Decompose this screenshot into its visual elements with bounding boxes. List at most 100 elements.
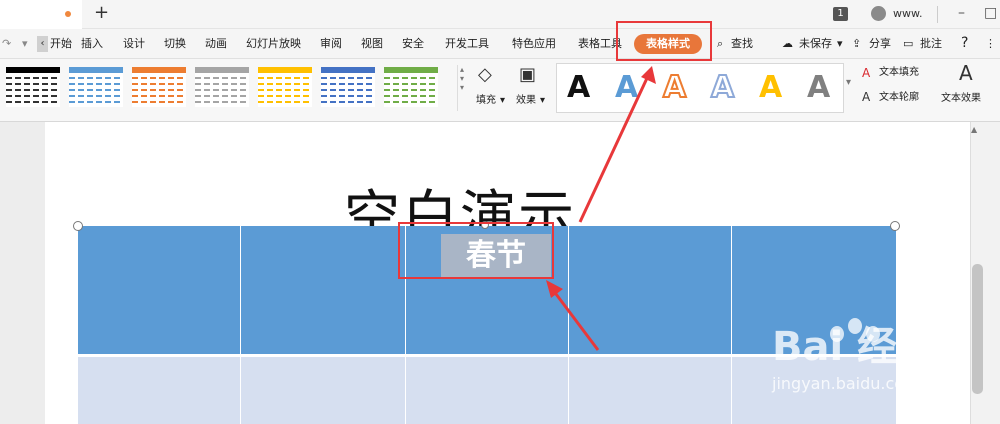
help-button[interactable]: ?	[961, 35, 968, 51]
wordart-style-gallery: AAAAAA	[556, 63, 844, 113]
divider	[937, 6, 938, 23]
wordart-scroll-icon[interactable]: ▾	[846, 77, 851, 89]
table-style-line	[6, 89, 60, 91]
table-style-line	[132, 95, 186, 97]
new-tab-button[interactable]: +	[94, 2, 109, 24]
tab-animation[interactable]: 动画	[205, 36, 227, 52]
table-style-line	[132, 89, 186, 91]
tab-design[interactable]: 设计	[123, 36, 145, 52]
save-status-button[interactable]: 未保存	[799, 36, 832, 52]
share-button[interactable]: 分享	[869, 36, 891, 52]
table-style-line	[195, 77, 249, 79]
column-divider	[731, 226, 732, 424]
table-style-thumb[interactable]	[6, 67, 60, 107]
chevron-down-icon[interactable]: ▾	[500, 95, 505, 107]
table-style-line	[195, 83, 249, 85]
effect-button[interactable]: 效果	[516, 95, 536, 107]
tab-features[interactable]: 特色应用	[512, 36, 556, 52]
column-divider	[240, 226, 241, 424]
scroll-left-icon[interactable]: ‹	[37, 36, 48, 52]
gallery-scroll-icon[interactable]: ▴ ▾ ▾	[457, 65, 466, 111]
effect-icon[interactable]: ▣	[519, 66, 536, 84]
text-fill-icon[interactable]: A	[862, 65, 870, 81]
fill-button[interactable]: 填充	[476, 95, 496, 107]
table-style-line	[6, 95, 60, 97]
table-style-line	[195, 101, 249, 103]
table-style-line	[6, 83, 60, 85]
table-style-thumb[interactable]	[321, 67, 375, 107]
resize-handle[interactable]	[890, 221, 900, 231]
wps-presentation-window: + 1 www. – □ ↷ ▾ ‹ 开始 插入 设计 切换 动画 幻灯片放映 …	[0, 0, 1000, 424]
window-count-badge[interactable]: 1	[833, 7, 848, 21]
document-tab[interactable]	[0, 0, 82, 29]
text-outline-button[interactable]: 文本轮廓	[879, 92, 919, 104]
table-style-line	[195, 89, 249, 91]
watermark-brand: Bai 经验	[772, 324, 938, 370]
table-style-header	[6, 67, 60, 73]
table-style-line	[321, 101, 375, 103]
table-style-header	[69, 67, 123, 73]
more-options-icon[interactable]: ⋮	[985, 36, 996, 52]
text-effect-icon[interactable]: A	[959, 63, 973, 83]
wordart-style-option[interactable]: A	[662, 69, 687, 106]
tab-security[interactable]: 安全	[402, 36, 424, 52]
wordart-style-option[interactable]: A	[759, 70, 782, 106]
table-style-line	[321, 89, 375, 91]
tab-home[interactable]: 开始	[50, 36, 72, 52]
wordart-style-option[interactable]: A	[615, 70, 638, 106]
resize-handle[interactable]	[73, 221, 83, 231]
fill-bucket-icon[interactable]: ◇	[478, 66, 492, 84]
user-name[interactable]: www.	[893, 7, 922, 21]
table-style-line	[384, 77, 438, 79]
tab-developer[interactable]: 开发工具	[445, 36, 489, 52]
share-icon[interactable]: ⇪	[852, 36, 861, 52]
tab-review[interactable]: 审阅	[320, 36, 342, 52]
scroll-up-icon[interactable]: ▲	[971, 125, 977, 134]
table-style-line	[132, 101, 186, 103]
comment-button[interactable]: 批注	[920, 36, 942, 52]
highlight-box-cell	[398, 222, 554, 279]
baidu-watermark: Bai 经验 jingyan.baidu.com	[742, 310, 992, 410]
comment-icon[interactable]: ▭	[903, 36, 913, 52]
table-style-header	[321, 67, 375, 73]
text-effect-button[interactable]: 文本效果	[941, 93, 981, 105]
restore-button[interactable]: □	[984, 3, 997, 23]
table-style-thumb[interactable]	[384, 67, 438, 107]
table-style-header	[195, 67, 249, 73]
wordart-style-option[interactable]: A	[710, 69, 735, 106]
table-style-line	[132, 77, 186, 79]
find-button[interactable]: 查找	[731, 36, 753, 52]
tab-view[interactable]: 视图	[361, 36, 383, 52]
table-style-line	[195, 95, 249, 97]
search-icon[interactable]: ⌕	[717, 36, 723, 52]
wordart-style-option[interactable]: A	[567, 70, 590, 106]
avatar[interactable]	[871, 6, 886, 21]
chevron-down-icon[interactable]: ▾	[837, 36, 843, 52]
table-style-thumb[interactable]	[132, 67, 186, 107]
cloud-icon[interactable]: ☁	[782, 36, 793, 52]
redo-icon[interactable]: ↷	[2, 36, 11, 52]
table-style-line	[384, 89, 438, 91]
wordart-style-option[interactable]: A	[807, 70, 830, 106]
chevron-down-icon[interactable]: ▾	[540, 95, 545, 107]
table-style-line	[258, 89, 312, 91]
table-style-header	[258, 67, 312, 73]
column-divider	[568, 226, 569, 424]
table-style-thumb[interactable]	[69, 67, 123, 107]
table-style-line	[258, 77, 312, 79]
minimize-button[interactable]: –	[958, 3, 965, 23]
text-outline-icon[interactable]: A	[862, 89, 870, 105]
table-style-thumb[interactable]	[258, 67, 312, 107]
text-fill-button[interactable]: 文本填充	[879, 67, 919, 79]
quick-access-dropdown-icon[interactable]: ▾	[22, 36, 28, 52]
ribbon-toolbar: ▴ ▾ ▾ ◇ 填充 ▾ ▣ 效果 ▾ AAAAAA ▾ A 文本填充 A 文本轮廓…	[0, 59, 1000, 122]
table-style-line	[321, 95, 375, 97]
scrollbar-thumb[interactable]	[972, 264, 983, 394]
tab-slideshow[interactable]: 幻灯片放映	[246, 36, 301, 52]
table-style-thumb[interactable]	[195, 67, 249, 107]
highlight-box-tab	[616, 21, 712, 61]
table-style-line	[384, 83, 438, 85]
tab-insert[interactable]: 插入	[81, 36, 103, 52]
tab-transition[interactable]: 切换	[164, 36, 186, 52]
table-style-line	[258, 101, 312, 103]
